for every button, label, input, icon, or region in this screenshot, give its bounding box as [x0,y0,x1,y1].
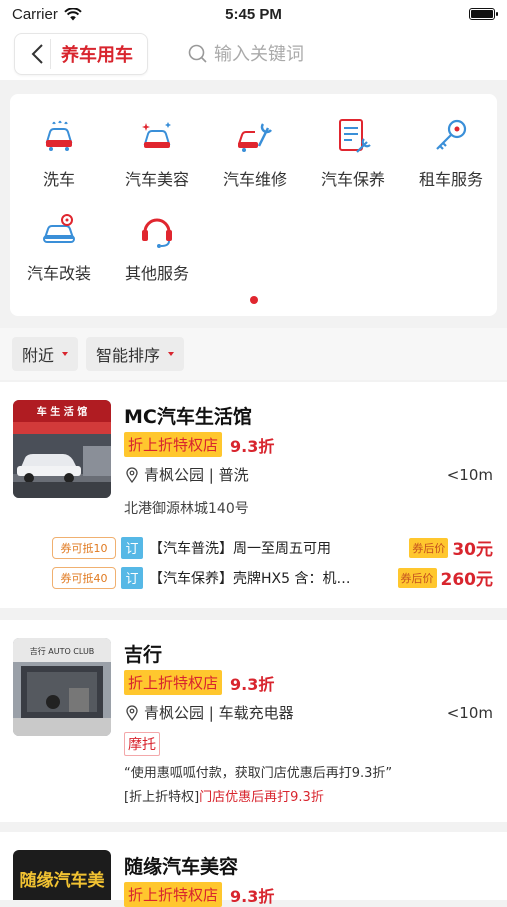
after-price-tag: 券后价 [397,567,437,588]
location-pin-icon [126,704,138,721]
distance: <10m [446,703,493,722]
page-dot-active [249,296,258,304]
shop-card[interactable]: 随缘汽车美 随缘汽车美容 折上折特权店 9.3折 [0,832,507,907]
promo-note: “使用惠呱呱付款，获取门店优惠后再打9.3折” [124,766,393,781]
location-text: 青枫公园 | 普洗 [144,466,249,484]
category-label: 其他服务 [124,264,189,283]
discount: 9.3折 [230,436,275,456]
coupon-tag: 券可抵40 [52,566,116,589]
shop-name: 吉行 [124,644,163,666]
service-tag: 摩托 [124,732,160,756]
caret-down-icon [62,352,69,356]
car-repair-icon [238,123,272,152]
address: 北港御源林城140号 [124,501,249,517]
deal-text: 【汽车保养】壳牌HX5 含：机… [149,570,351,587]
badge-row: 折上折特权店 9.3折 [124,432,274,457]
deal-row[interactable]: 券可抵40 订 【汽车保养】壳牌HX5 含：机… 券后价 260元 [52,565,493,590]
car-maintenance-icon [339,119,371,153]
shop-card[interactable]: 吉行 AUTO CLUB 吉行 折上折特权店 9.3折 青枫公园 | 车载充电器… [0,620,507,822]
filter-nearby[interactable]: 附近 [12,337,79,371]
car-beauty-icon [142,122,171,148]
page-title: 养车用车 [61,45,133,66]
car-wash-icon [45,120,73,151]
after-price-tag: 券后价 [409,537,449,558]
category-car-repair[interactable]: 汽车维修 [206,112,304,190]
category-label: 汽车美容 [124,170,189,189]
search-box[interactable] [188,43,414,65]
shop-image: 随缘汽车美 [13,850,111,900]
category-rental[interactable]: 租车服务 [402,112,500,190]
shop-image-sign: 吉行 AUTO CLUB [30,646,95,656]
location-pin-icon [126,466,138,483]
after-price: 30元 [452,540,493,560]
category-car-beauty[interactable]: 汽车美容 [108,112,206,190]
category-car-wash[interactable]: 洗车 [10,112,108,190]
shop-name: MC汽车生活馆 [124,406,252,428]
chevron-left-icon [31,44,43,64]
filter-label: 附近 [22,346,55,365]
search-input[interactable] [214,43,414,65]
category-label: 汽车维修 [222,170,287,189]
title-pill: 养车用车 [14,33,148,75]
badge-row: 折上折特权店 9.3折 [124,670,274,695]
shop-image: 吉行 AUTO CLUB [13,638,111,736]
discount: 9.3折 [230,886,275,906]
filter-label: 智能排序 [96,346,161,365]
shop-image-sign: 车 生 活 馆 [37,405,87,418]
car-modify-icon [43,214,75,243]
deal-text: 【汽车普洗】周一至周五可用 [149,540,331,557]
search-icon [188,44,207,63]
category-car-maintenance[interactable]: 汽车保养 [304,112,402,190]
header: 养车用车 [0,28,507,80]
wifi-icon [64,7,82,20]
privilege-badge: 折上折特权店 [124,882,223,907]
category-label: 洗车 [42,170,75,189]
privilege-badge: 折上折特权店 [124,432,223,457]
distance: <10m [446,465,493,484]
category-other[interactable]: 其他服务 [108,206,206,284]
category-label: 汽车保养 [320,170,385,189]
carrier: Carrier [12,6,82,23]
after-price-group: 券后价 260元 [397,565,494,590]
booking-tag: 订 [121,536,143,559]
status-bar: Carrier 5:45 PM [0,0,507,28]
badge-row: 折上折特权店 9.3折 [124,882,274,907]
promo-note-privilege: [折上折特权]门店优惠后再打9.3折 [124,786,324,805]
privilege-badge: 折上折特权店 [124,670,223,695]
back-button[interactable] [23,39,51,69]
shop-image: 车 生 活 馆 [13,400,111,498]
location-row: 青枫公园 | 普洗 <10m [124,464,493,485]
privilege-text: 门店优惠后再打9.3折 [199,790,324,805]
after-price-group: 券后价 30元 [409,535,493,560]
booking-tag: 订 [121,566,143,589]
location-row: 青枫公园 | 车载充电器 <10m [124,702,493,723]
filter-sort[interactable]: 智能排序 [86,337,185,371]
category-car-modify[interactable]: 汽车改装 [10,206,108,284]
key-icon [436,119,467,150]
category-grid: 洗车 汽车美容 汽车维修 汽车保养 租车服务 汽车改装 其他服务 [10,94,497,316]
shop-card[interactable]: 车 生 活 馆 MC汽车生活馆 折上折特权店 9.3折 青枫公园 | 普洗 <1… [0,382,507,608]
location-text: 青枫公园 | 车载充电器 [144,704,294,722]
shop-image-sign: 随缘汽车美 [20,870,106,891]
carrier-label: Carrier [12,5,58,23]
headset-icon [142,218,172,248]
privilege-prefix: [折上折特权] [124,790,200,805]
coupon-tag: 券可抵10 [52,536,116,559]
after-price: 260元 [440,570,494,590]
filter-bar: 附近 智能排序 [0,328,507,380]
deal-row[interactable]: 券可抵10 订 【汽车普洗】周一至周五可用 券后价 30元 [52,535,493,560]
caret-down-icon [168,352,175,356]
category-label: 汽车改装 [26,264,91,283]
discount: 9.3折 [230,674,275,694]
battery-icon [469,8,498,20]
category-label: 租车服务 [418,170,483,189]
page-indicator [10,296,497,304]
shop-name: 随缘汽车美容 [124,856,239,878]
